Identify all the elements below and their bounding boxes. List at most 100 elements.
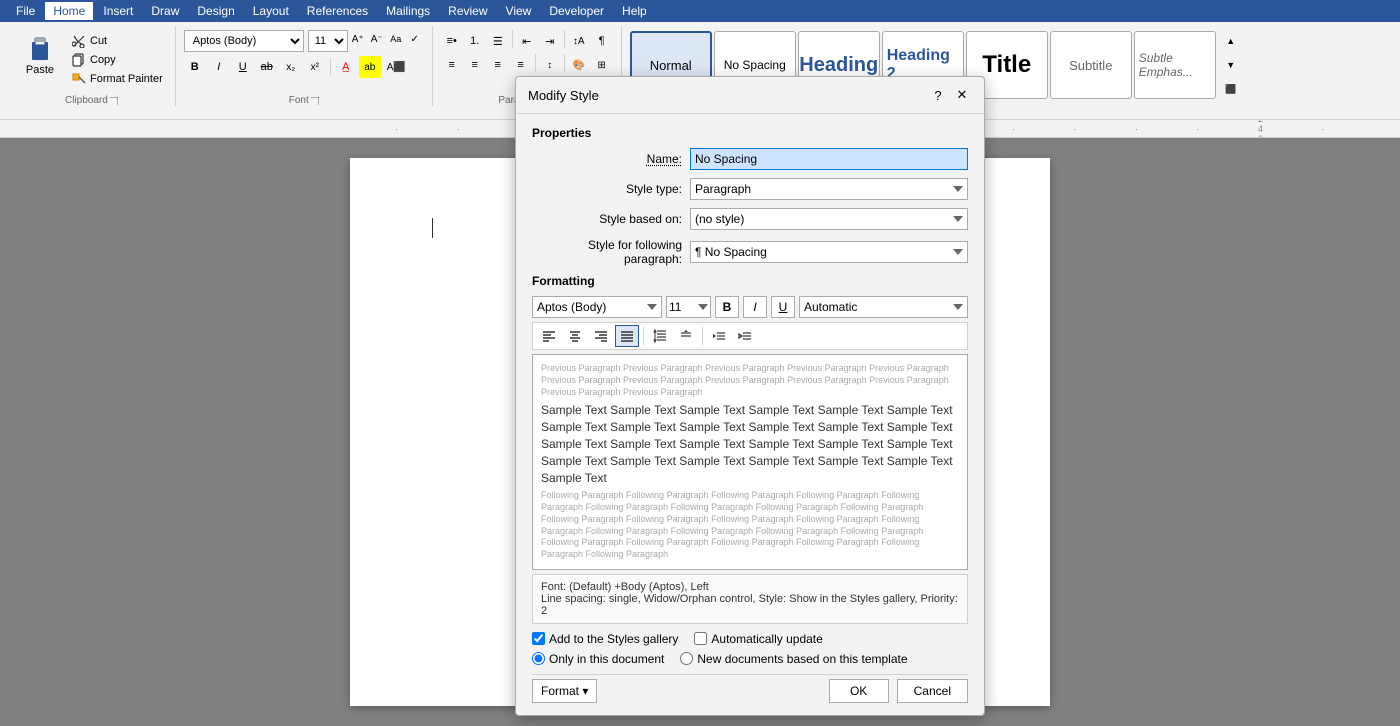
menu-view[interactable]: View <box>498 2 540 20</box>
style-based-row: Style based on: (no style) <box>532 208 968 230</box>
decrease-indent-button[interactable]: ⇤ <box>516 30 538 52</box>
only-this-doc-label: Only in this document <box>549 652 664 666</box>
clear-format-button[interactable]: ✓ <box>406 30 424 48</box>
properties-section-title: Properties <box>532 126 968 140</box>
para-sep2 <box>564 30 565 48</box>
menu-help[interactable]: Help <box>614 2 655 20</box>
clipboard-expand-icon[interactable] <box>110 97 118 105</box>
align-center-btn[interactable] <box>563 325 587 347</box>
align-left-button[interactable]: ≡ <box>441 54 463 76</box>
sort-button[interactable]: ↕A <box>568 30 590 52</box>
style-based-select[interactable]: (no style) <box>690 208 968 230</box>
bullets-button[interactable]: ≡• <box>441 30 463 52</box>
underline-button[interactable]: U <box>232 56 254 78</box>
shading-button[interactable]: 🎨 <box>568 54 590 76</box>
add-to-gallery-label: Add to the Styles gallery <box>549 632 678 646</box>
line-spacing-select-btn[interactable] <box>648 325 672 347</box>
superscript-button[interactable]: x² <box>304 56 326 78</box>
menu-home[interactable]: Home <box>45 2 93 20</box>
dialog-help-button[interactable]: ? <box>928 85 948 105</box>
dialog-close-button[interactable]: ✕ <box>952 85 972 105</box>
style-type-label: Style type: <box>532 182 682 196</box>
name-input[interactable] <box>690 148 968 170</box>
italic-button[interactable]: I <box>208 56 230 78</box>
new-docs-radio-label[interactable]: New documents based on this template <box>680 652 907 666</box>
format-font-select[interactable]: Aptos (Body) <box>532 296 662 318</box>
auto-update-checkbox[interactable] <box>694 632 707 645</box>
format-size-select[interactable]: 11 <box>666 296 711 318</box>
add-to-gallery-checkbox-label[interactable]: Add to the Styles gallery <box>532 632 678 646</box>
menu-insert[interactable]: Insert <box>95 2 141 20</box>
bold-button[interactable]: B <box>184 56 206 78</box>
format-underline-button[interactable]: U <box>771 296 795 318</box>
justify-button[interactable]: ≡ <box>510 54 532 76</box>
font-size-select[interactable]: 11 <box>308 30 348 52</box>
increase-indent-btn[interactable] <box>733 325 757 347</box>
show-hide-button[interactable]: ¶ <box>591 30 613 52</box>
menu-references[interactable]: References <box>299 2 376 20</box>
cut-button[interactable]: Cut <box>68 32 167 50</box>
increase-indent-button[interactable]: ⇥ <box>539 30 561 52</box>
subscript-button[interactable]: x₂ <box>280 56 302 78</box>
styles-expand-button[interactable]: ⬛ <box>1220 78 1242 100</box>
borders-button[interactable]: ⊞ <box>591 54 613 76</box>
auto-update-checkbox-label[interactable]: Automatically update <box>694 632 822 646</box>
justify-btn[interactable] <box>615 325 639 347</box>
line-spacing-button[interactable]: ↕ <box>539 54 561 76</box>
text-shading-button[interactable]: A⬛ <box>383 56 410 78</box>
styles-scroll-up-button[interactable]: ▲ <box>1220 30 1242 52</box>
font-expand-icon[interactable] <box>311 97 319 105</box>
paste-label: Paste <box>26 64 54 76</box>
multilevel-button[interactable]: ☰ <box>487 30 509 52</box>
format-italic-button[interactable]: I <box>743 296 767 318</box>
menu-mailings[interactable]: Mailings <box>378 2 438 20</box>
format-dropdown-button[interactable]: Format ▾ <box>532 679 597 703</box>
add-to-gallery-checkbox[interactable] <box>532 632 545 645</box>
font-size-increase-button[interactable]: A⁺ <box>349 30 367 48</box>
strikethrough-button[interactable]: ab <box>256 56 278 78</box>
font-face-select[interactable]: Aptos (Body) <box>184 30 304 52</box>
name-label: Name: <box>532 152 682 166</box>
only-this-doc-radio-label[interactable]: Only in this document <box>532 652 664 666</box>
style-subtle-button[interactable]: Subtle Emphas... <box>1134 31 1216 99</box>
highlight-button[interactable]: ab <box>359 56 381 78</box>
space-before-btn[interactable] <box>674 325 698 347</box>
font-case-button[interactable]: Aa <box>387 30 405 48</box>
format-bold-button[interactable]: B <box>715 296 739 318</box>
paste-button[interactable]: Paste <box>16 30 64 78</box>
copy-button[interactable]: Copy <box>68 51 167 69</box>
font-color-button[interactable]: A̲ <box>335 56 357 78</box>
align-center-button[interactable]: ≡ <box>464 54 486 76</box>
style-type-select[interactable]: Paragraph <box>690 178 968 200</box>
style-subtitle-button[interactable]: Subtitle <box>1050 31 1132 99</box>
align-right-button[interactable]: ≡ <box>487 54 509 76</box>
menu-draw[interactable]: Draw <box>143 2 187 20</box>
menu-design[interactable]: Design <box>189 2 242 20</box>
format-color-select[interactable]: Automatic <box>799 296 968 318</box>
new-docs-radio[interactable] <box>680 652 693 665</box>
font-row1: Aptos (Body) 11 A⁺ A⁻ Aa ✓ <box>184 30 424 52</box>
ok-button[interactable]: OK <box>829 679 889 703</box>
para-sep1 <box>512 30 513 48</box>
clipboard-label: Clipboard <box>65 95 118 106</box>
only-this-doc-radio[interactable] <box>532 652 545 665</box>
align-right-btn[interactable] <box>589 325 613 347</box>
menu-developer[interactable]: Developer <box>541 2 612 20</box>
style-heading1-text: Heading <box>799 54 878 77</box>
format-painter-button[interactable]: Format Painter <box>68 70 167 88</box>
decrease-indent-btn[interactable] <box>707 325 731 347</box>
format-painter-label: Format Painter <box>90 73 163 85</box>
name-row: Name: <box>532 148 968 170</box>
menu-review[interactable]: Review <box>440 2 495 20</box>
style-description: Font: (Default) +Body (Aptos), Left Line… <box>532 574 968 624</box>
style-no-spacing-text: No Spacing <box>724 58 786 72</box>
style-following-select[interactable]: ¶ No Spacing <box>690 241 968 263</box>
styles-scroll-down-button[interactable]: ▼ <box>1220 54 1242 76</box>
formatting-section-title: Formatting <box>532 274 968 288</box>
menu-file[interactable]: File <box>8 2 43 20</box>
align-left-btn[interactable] <box>537 325 561 347</box>
numbering-button[interactable]: 1. <box>464 30 486 52</box>
menu-layout[interactable]: Layout <box>245 2 297 20</box>
font-size-decrease-button[interactable]: A⁻ <box>368 30 386 48</box>
cancel-button[interactable]: Cancel <box>897 679 968 703</box>
